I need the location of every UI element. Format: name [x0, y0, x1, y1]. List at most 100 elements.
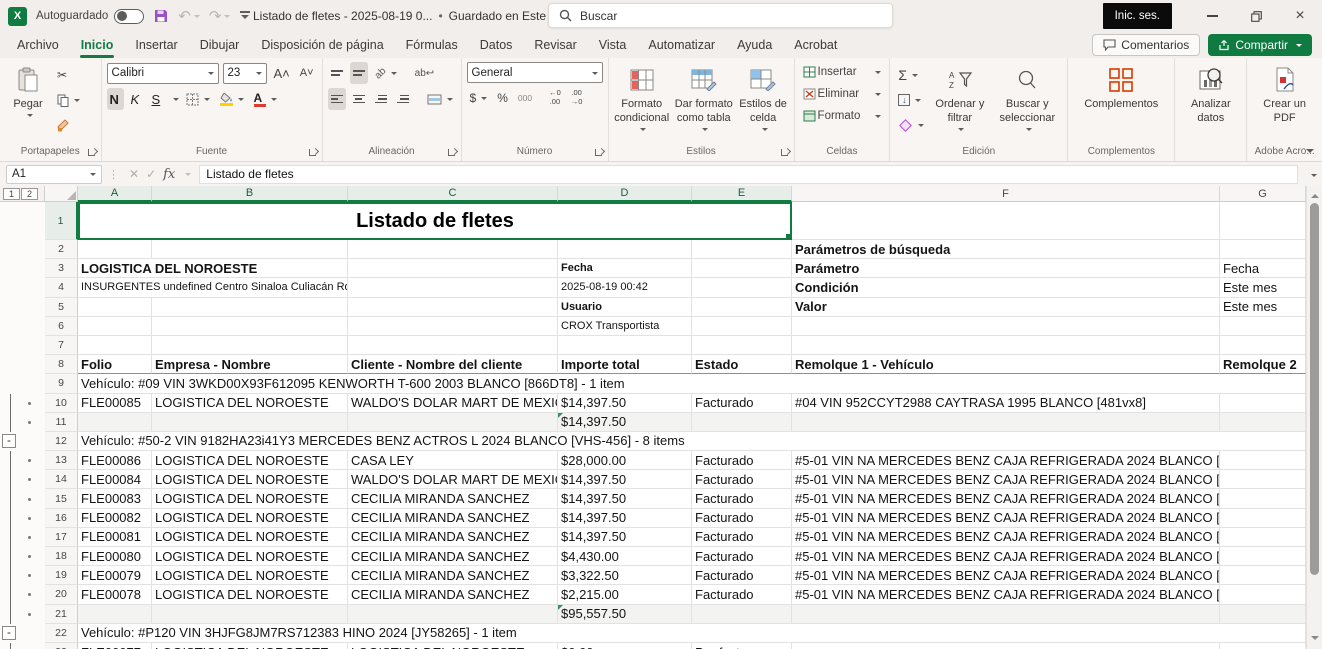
scroll-down-icon[interactable]: [1311, 636, 1319, 644]
row-header-12[interactable]: 12: [45, 432, 78, 451]
cell[interactable]: Facturado: [692, 528, 792, 547]
tab-ayuda[interactable]: Ayuda: [726, 32, 783, 58]
cancel-icon[interactable]: ✕: [129, 167, 139, 181]
cell[interactable]: FLE00083: [78, 489, 152, 508]
increase-decimal-button[interactable]: ←0.00: [546, 87, 564, 109]
row-header-10[interactable]: 10: [45, 394, 78, 413]
cell[interactable]: Remolque 2: [1220, 355, 1306, 374]
vehicle-group-row[interactable]: Vehículo: #P120 VIN 3HJFG8JM7RS712383 HI…: [78, 624, 1306, 643]
cell[interactable]: LOGISTICA DEL NOROESTE: [152, 585, 348, 604]
cell[interactable]: #5-01 VIN NA MERCEDES BENZ CAJA REFRIGER…: [792, 566, 1220, 585]
cell[interactable]: [792, 202, 1220, 240]
cell[interactable]: [792, 643, 1220, 649]
align-middle-button[interactable]: [350, 62, 368, 84]
cell[interactable]: #5-01 VIN NA MERCEDES BENZ CAJA REFRIGER…: [792, 528, 1220, 547]
cell[interactable]: #5-01 VIN NA MERCEDES BENZ CAJA REFRIGER…: [792, 489, 1220, 508]
row-header-13[interactable]: 13: [45, 451, 78, 470]
cell[interactable]: FLE00082: [78, 509, 152, 528]
align-top-button[interactable]: [328, 62, 346, 84]
cell[interactable]: $3,322.50: [558, 566, 692, 585]
cell[interactable]: $14,397.50: [558, 489, 692, 508]
cell[interactable]: FLE00081: [78, 528, 152, 547]
cell[interactable]: [792, 413, 1220, 432]
bold-button[interactable]: N: [107, 88, 124, 110]
cell[interactable]: CECILIA MIRANDA SANCHEZ: [348, 509, 558, 528]
cell[interactable]: Fecha: [558, 259, 692, 278]
delete-cells-button[interactable]: Eliminar: [800, 84, 885, 104]
cell[interactable]: Folio: [78, 355, 152, 374]
format-as-table-button[interactable]: Dar formato como tabla: [673, 62, 735, 132]
customize-toolbar-icon[interactable]: [239, 11, 251, 21]
close-button[interactable]: ×: [1278, 0, 1322, 32]
fill-color-button[interactable]: [217, 88, 247, 110]
cell[interactable]: Facturado: [692, 470, 792, 489]
cell[interactable]: WALDO'S DOLAR MART DE MEXICO: [348, 394, 558, 413]
autosave-control[interactable]: Autoguardado: [36, 9, 144, 24]
cell[interactable]: [348, 317, 558, 336]
cell[interactable]: $28,000.00: [558, 451, 692, 470]
cell[interactable]: CECILIA MIRANDA SANCHEZ: [348, 528, 558, 547]
cell[interactable]: CECILIA MIRANDA SANCHEZ: [348, 489, 558, 508]
dialog-launcher-icon[interactable]: [781, 148, 790, 157]
column-header-d[interactable]: D: [558, 186, 692, 202]
vehicle-group-row[interactable]: Vehículo: #50-2 VIN 9182HA23i41Y3 MERCED…: [78, 432, 1306, 451]
cell[interactable]: Cliente - Nombre del cliente: [348, 355, 558, 374]
row-header-14[interactable]: 14: [45, 470, 78, 489]
undo-button[interactable]: ↶: [178, 7, 200, 25]
cell[interactable]: FLE00080: [78, 547, 152, 566]
format-cells-button[interactable]: Formato: [800, 106, 885, 126]
tab-revisar[interactable]: Revisar: [523, 32, 587, 58]
decrease-font-button[interactable]: A˅: [297, 62, 317, 84]
borders-button[interactable]: [183, 88, 213, 110]
cell[interactable]: CECILIA MIRANDA SANCHEZ: [348, 585, 558, 604]
cell[interactable]: Facturado: [692, 394, 792, 413]
cell[interactable]: Condición: [792, 278, 1220, 297]
outline-level-1-button[interactable]: 1: [3, 188, 20, 200]
align-center-button[interactable]: [350, 88, 368, 110]
decrease-indent-button[interactable]: [372, 88, 390, 110]
comments-button[interactable]: Comentarios: [1092, 34, 1200, 56]
cell[interactable]: [78, 317, 152, 336]
cell[interactable]: [692, 336, 792, 355]
cell[interactable]: Empresa - Nombre: [152, 355, 348, 374]
cell[interactable]: [1220, 202, 1306, 240]
cell[interactable]: Valor: [792, 298, 1220, 317]
search-box[interactable]: Buscar: [548, 3, 893, 28]
row-header-18[interactable]: 18: [45, 547, 78, 566]
cell[interactable]: [1220, 451, 1306, 470]
row-header-22[interactable]: 22: [45, 624, 78, 643]
vehicle-group-row[interactable]: Vehículo: #09 VIN 3WKD00X93F612095 KENWO…: [78, 374, 1306, 393]
cell[interactable]: [348, 298, 558, 317]
cell[interactable]: [1220, 489, 1306, 508]
column-header-f[interactable]: F: [792, 186, 1220, 202]
row-header-19[interactable]: 19: [45, 566, 78, 585]
cell[interactable]: #5-01 VIN NA MERCEDES BENZ CAJA REFRIGER…: [792, 509, 1220, 528]
cell[interactable]: $0.00: [558, 643, 692, 649]
cell[interactable]: LOGISTICA DEL NOROESTE: [152, 566, 348, 585]
cell[interactable]: [152, 336, 348, 355]
italic-button[interactable]: K: [128, 88, 145, 110]
scrollbar-thumb[interactable]: [1310, 203, 1319, 575]
cell-styles-button[interactable]: Estilos de celda: [738, 62, 789, 132]
format-painter-button[interactable]: [54, 114, 83, 136]
cell[interactable]: CECILIA MIRANDA SANCHEZ: [348, 566, 558, 585]
vertical-scrollbar[interactable]: [1306, 186, 1322, 649]
cell[interactable]: [1220, 528, 1306, 547]
cell[interactable]: [692, 259, 792, 278]
save-icon[interactable]: [153, 8, 169, 24]
underline-button[interactable]: S: [149, 88, 166, 110]
cut-button[interactable]: ✂: [54, 64, 83, 86]
cell[interactable]: [1220, 317, 1306, 336]
tab-formulas[interactable]: Fórmulas: [395, 32, 469, 58]
cell[interactable]: Facturado: [692, 509, 792, 528]
restore-button[interactable]: [1234, 0, 1278, 32]
row-header-23[interactable]: 23: [45, 643, 78, 649]
row-header-16[interactable]: 16: [45, 509, 78, 528]
cell[interactable]: [152, 605, 348, 624]
cell[interactable]: Facturado: [692, 451, 792, 470]
cell[interactable]: #5-01 VIN NA MERCEDES BENZ CAJA REFRIGER…: [792, 547, 1220, 566]
cell[interactable]: WALDO'S DOLAR MART DE MEXICO: [348, 470, 558, 489]
cell[interactable]: [792, 605, 1220, 624]
cell[interactable]: LOGISTICA DEL NOROESTE: [152, 528, 348, 547]
cell[interactable]: $95,557.50: [558, 605, 692, 624]
